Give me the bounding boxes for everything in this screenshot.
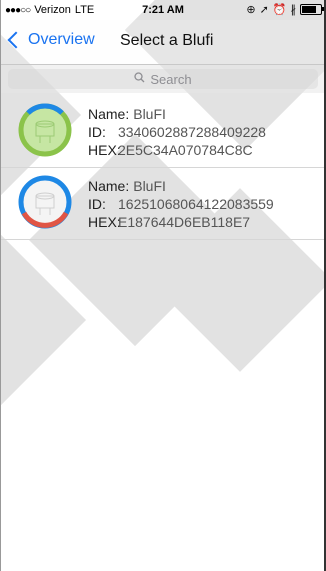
navigation-bar: Overview Select a Blufi (0, 20, 326, 65)
device-id: 3340602887288409228 (118, 124, 266, 140)
status-bar: ●●●○○ Verizon LTE 7:21 AM ⊕ ➚ ⏰ ∦ (0, 0, 326, 20)
hex-label: HEX: (88, 214, 121, 230)
screen: ●●●○○ Verizon LTE 7:21 AM ⊕ ➚ ⏰ ∦ Overvi… (0, 0, 326, 571)
device-hex: E187644D6EB118E7 (118, 214, 251, 230)
search-input[interactable]: Search (8, 69, 318, 89)
name-label: Name: (88, 106, 130, 122)
alarm-icon: ⏰ (272, 4, 287, 16)
hex-label: HEX: (88, 142, 121, 158)
device-details: Name: BluFI ID: 3340602887288409228 HEX:… (88, 105, 266, 159)
device-name-line: Name: BluFI (88, 177, 274, 195)
device-details: Name: BluFI ID: 16251068064122083559 HEX… (88, 177, 274, 231)
device-id: 16251068064122083559 (118, 196, 274, 212)
frame-edge (0, 0, 1, 571)
page-title: Select a Blufi (120, 32, 214, 49)
location-icon: ➚ (259, 4, 269, 16)
device-status-icon (18, 103, 72, 157)
battery-icon (300, 4, 324, 15)
search-bar: Search (0, 65, 326, 93)
device-row[interactable]: Name: BluFI ID: 3340602887288409228 HEX:… (0, 95, 326, 168)
device-id-line: ID: 16251068064122083559 (88, 195, 274, 213)
back-button[interactable]: Overview (6, 31, 95, 49)
search-placeholder: Search (150, 71, 192, 87)
device-id-line: ID: 3340602887288409228 (88, 123, 266, 141)
lock-rotation-icon: ⊕ (246, 4, 256, 16)
device-row[interactable]: Name: BluFI ID: 16251068064122083559 HEX… (0, 167, 326, 240)
device-name: BluFI (133, 178, 166, 194)
search-icon (134, 72, 145, 86)
status-icons: ⊕ ➚ ⏰ ∦ (246, 3, 324, 16)
name-label: Name: (88, 178, 130, 194)
device-status-icon (18, 175, 72, 229)
back-label: Overview (28, 31, 95, 48)
device-name: BluFI (133, 106, 166, 122)
id-label: ID: (88, 196, 106, 212)
device-hex-line: HEX: E187644D6EB118E7 (88, 213, 274, 231)
device-hex-line: HEX: 2E5C34A070784C8C (88, 141, 266, 159)
chevron-left-icon (7, 31, 25, 49)
bluetooth-icon: ∦ (290, 4, 297, 16)
device-name-line: Name: BluFI (88, 105, 266, 123)
device-hex: 2E5C34A070784C8C (118, 142, 253, 158)
id-label: ID: (88, 124, 106, 140)
